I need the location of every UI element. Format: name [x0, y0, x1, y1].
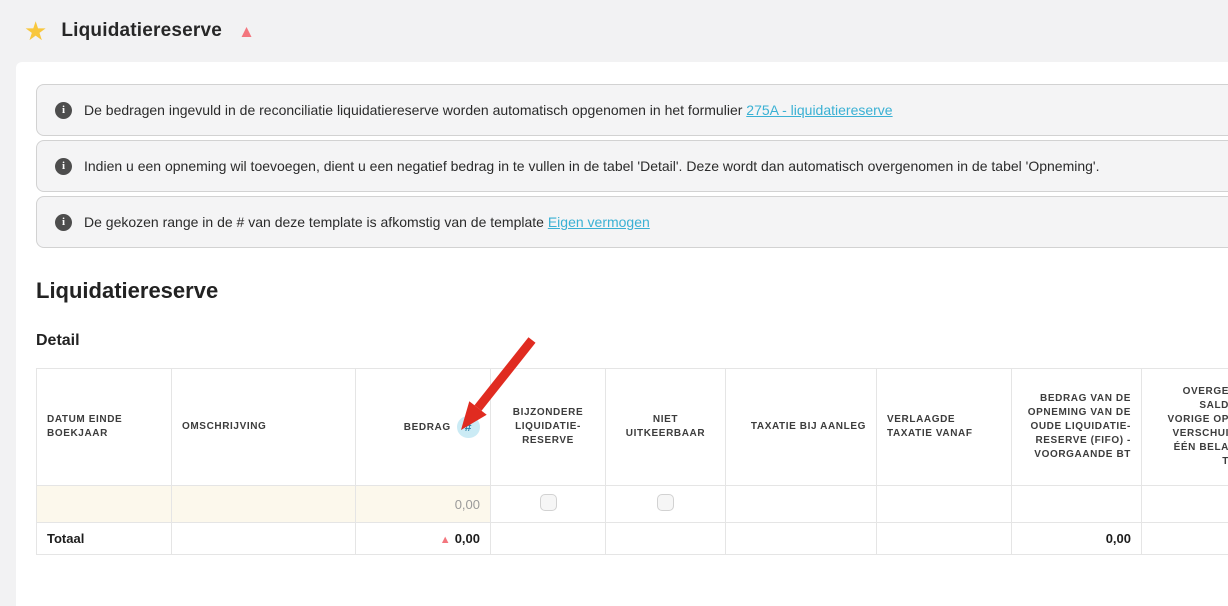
- cell-bedrag-input[interactable]: 0,00: [355, 485, 491, 523]
- section-title: Liquidatiereserve: [36, 278, 219, 303]
- info-icon: i: [55, 157, 72, 175]
- favorite-star-icon[interactable]: ★: [24, 18, 47, 44]
- total-taxatie-bij-aanleg: [725, 522, 877, 555]
- total-bedrag: ▲ 0,00: [355, 522, 491, 555]
- col-header-niet-uitkeerbaar: NIET UITKEERBAAR: [605, 368, 726, 486]
- page-header: ★ Liquidatiereserve ▲: [0, 0, 1228, 62]
- col-header-omschrijving: OMSCHRIJVING: [171, 368, 356, 486]
- link-275a-liquidatiereserve[interactable]: 275A - liquidatiereserve: [746, 102, 892, 118]
- content-panel: i De bedragen ingevuld in de reconciliat…: [16, 62, 1228, 606]
- cell-taxatie-bij-aanleg: [725, 485, 877, 523]
- detail-table: DATUM EINDE BOEKJAAR OMSCHRIJVING BEDRAG…: [36, 368, 1228, 555]
- niet-uitkeerbaar-checkbox[interactable]: [657, 494, 674, 511]
- clipped-line: T: [1222, 456, 1228, 467]
- clipped-line: VORIGE OP: [1167, 414, 1228, 425]
- banner-text: De bedragen ingevuld in de reconciliatie…: [84, 102, 893, 118]
- info-banner-1: i De bedragen ingevuld in de reconciliat…: [36, 84, 1228, 136]
- cell-datum-einde-boekjaar-input[interactable]: [36, 485, 172, 523]
- table-header-row: DATUM EINDE BOEKJAAR OMSCHRIJVING BEDRAG…: [36, 368, 1228, 486]
- col-header-bedrag-label: BEDRAG: [403, 421, 451, 433]
- trend-up-icon: ▲: [439, 534, 451, 546]
- range-hash-badge[interactable]: #: [456, 415, 480, 439]
- col-header-bijzondere-liquidatiereserve: BIJZONDERE LIQUIDATIE-RESERVE: [490, 368, 606, 486]
- info-icon: i: [55, 101, 72, 119]
- banner-text: De gekozen range in de # van deze templa…: [84, 214, 650, 230]
- total-verlaagde-taxatie: [876, 522, 1012, 555]
- clipped-line: ÉÉN BELA: [1173, 442, 1228, 453]
- total-bijzondere: [490, 522, 606, 555]
- total-row: Totaal ▲ 0,00 0,00: [36, 522, 1228, 555]
- info-banner-3: i De gekozen range in de # van deze temp…: [36, 196, 1228, 248]
- col-header-taxatie-bij-aanleg: TAXATIE BIJ AANLEG: [725, 368, 877, 486]
- col-header-verlaagde-taxatie-vanaf: VERLAAGDE TAXATIE VANAF: [876, 368, 1012, 486]
- total-omschrijving: [171, 522, 356, 555]
- info-banner-2: i Indien u een opneming wil toevoegen, d…: [36, 140, 1228, 192]
- banner-text-run: De bedragen ingevuld in de reconciliatie…: [84, 102, 747, 118]
- total-overgedragen-saldo: [1141, 522, 1228, 555]
- page-title: Liquidatiereserve: [61, 20, 223, 41]
- link-eigen-vermogen[interactable]: Eigen vermogen: [548, 214, 650, 230]
- col-header-datum-einde-boekjaar: DATUM EINDE BOEKJAAR: [36, 368, 172, 486]
- cell-overgedragen-saldo: [1141, 485, 1228, 523]
- warning-triangle-icon: ▲: [238, 21, 255, 41]
- total-niet-uitkeerbaar: [605, 522, 726, 555]
- bijzondere-liquidatiereserve-checkbox[interactable]: [539, 494, 557, 511]
- total-bedrag-value: 0,00: [454, 531, 480, 546]
- total-label: Totaal: [36, 522, 172, 555]
- total-bedrag-opneming: 0,00: [1011, 522, 1142, 555]
- col-header-bedrag: BEDRAG #: [355, 368, 491, 486]
- banner-text-run: Indien u een opneming wil toevoegen, die…: [84, 158, 1100, 174]
- banner-text-run: De gekozen range in de # van deze templa…: [84, 214, 548, 230]
- cell-verlaagde-taxatie-vanaf: [876, 485, 1012, 523]
- banner-text: Indien u een opneming wil toevoegen, die…: [84, 158, 1099, 174]
- col-header-bedrag-opneming-oude-reserve: BEDRAG VAN DE OPNEMING VAN DE OUDE LIQUI…: [1011, 368, 1142, 486]
- clipped-line: OVERGE: [1182, 386, 1228, 397]
- cell-bijzondere-liquidatiereserve: [490, 485, 606, 523]
- clipped-line: VERSCHUI: [1172, 428, 1228, 439]
- table-row: 0,00: [36, 485, 1228, 523]
- cell-niet-uitkeerbaar: [605, 485, 726, 523]
- cell-omschrijving-input[interactable]: [171, 485, 356, 523]
- cell-bedrag-opneming-oude-reserve: [1011, 485, 1142, 523]
- col-header-overgedragen-saldo: OVERGE SALD VORIGE OP VERSCHUI ÉÉN BELA …: [1141, 368, 1228, 486]
- clipped-line: SALD: [1199, 400, 1228, 411]
- info-icon: i: [55, 213, 72, 231]
- detail-subtitle: Detail: [36, 332, 80, 349]
